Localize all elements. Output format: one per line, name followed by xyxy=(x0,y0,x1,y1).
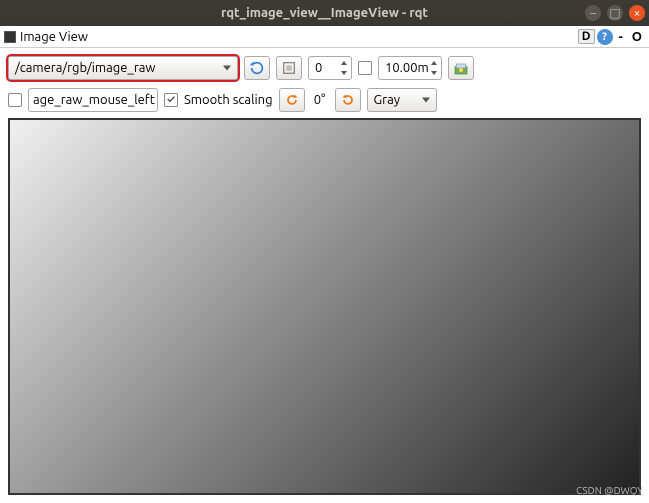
rotate-left-icon xyxy=(284,92,300,108)
window-close-button[interactable]: × xyxy=(629,5,645,21)
help-button[interactable]: ? xyxy=(597,29,613,45)
zoom-fit-button[interactable] xyxy=(276,56,302,80)
mouse-topic-input[interactable]: age_raw_mouse_left xyxy=(28,88,158,112)
rotate-right-icon xyxy=(340,92,356,108)
smooth-scaling-checkbox[interactable] xyxy=(164,93,178,107)
window-minimize-button[interactable]: – xyxy=(585,5,601,21)
image-display xyxy=(8,118,641,495)
plugin-header: Image View D ? - O xyxy=(0,26,649,48)
smooth-scaling-label: Smooth scaling xyxy=(184,93,273,107)
dock-button[interactable]: D xyxy=(578,29,595,44)
zoom-spin[interactable]: 0 xyxy=(308,56,352,80)
watermark: CSDN @DWQY xyxy=(576,485,643,496)
rotation-label: 0° xyxy=(311,93,329,107)
rotate-right-button[interactable] xyxy=(335,88,361,112)
publish-mouse-checkbox[interactable] xyxy=(8,93,22,107)
zoom-value: 0 xyxy=(315,61,322,75)
topic-combo[interactable]: /camera/rgb/image_raw xyxy=(8,56,238,80)
colormap-value: Gray xyxy=(374,93,400,107)
refresh-button[interactable] xyxy=(244,56,270,80)
dynamic-range-checkbox[interactable] xyxy=(358,61,372,75)
window-title: rqt_image_view__ImageView - rqt xyxy=(0,6,649,20)
toolbar: /camera/rgb/image_raw 0 10.00m age_raw_m… xyxy=(0,48,649,118)
save-image-button[interactable] xyxy=(448,56,474,80)
settings-button[interactable]: O xyxy=(629,30,645,44)
refresh-icon xyxy=(249,60,265,76)
max-range-value: 10.00m xyxy=(385,61,429,75)
colormap-combo[interactable]: Gray xyxy=(367,88,437,112)
zoom-fit-icon xyxy=(281,60,297,76)
topic-value: /camera/rgb/image_raw xyxy=(15,61,156,75)
window-titlebar: rqt_image_view__ImageView - rqt – □ × xyxy=(0,0,649,26)
window-maximize-button[interactable]: □ xyxy=(607,5,623,21)
max-range-spin[interactable]: 10.00m xyxy=(378,56,442,80)
save-image-icon xyxy=(453,60,469,76)
spin-arrows[interactable] xyxy=(338,58,350,78)
spin-arrows[interactable] xyxy=(428,58,440,78)
undock-button[interactable]: - xyxy=(615,30,627,44)
plugin-title: Image View xyxy=(20,30,578,44)
plugin-icon xyxy=(4,31,16,43)
rotate-left-button[interactable] xyxy=(279,88,305,112)
mouse-topic-text: age_raw_mouse_left xyxy=(33,93,155,107)
